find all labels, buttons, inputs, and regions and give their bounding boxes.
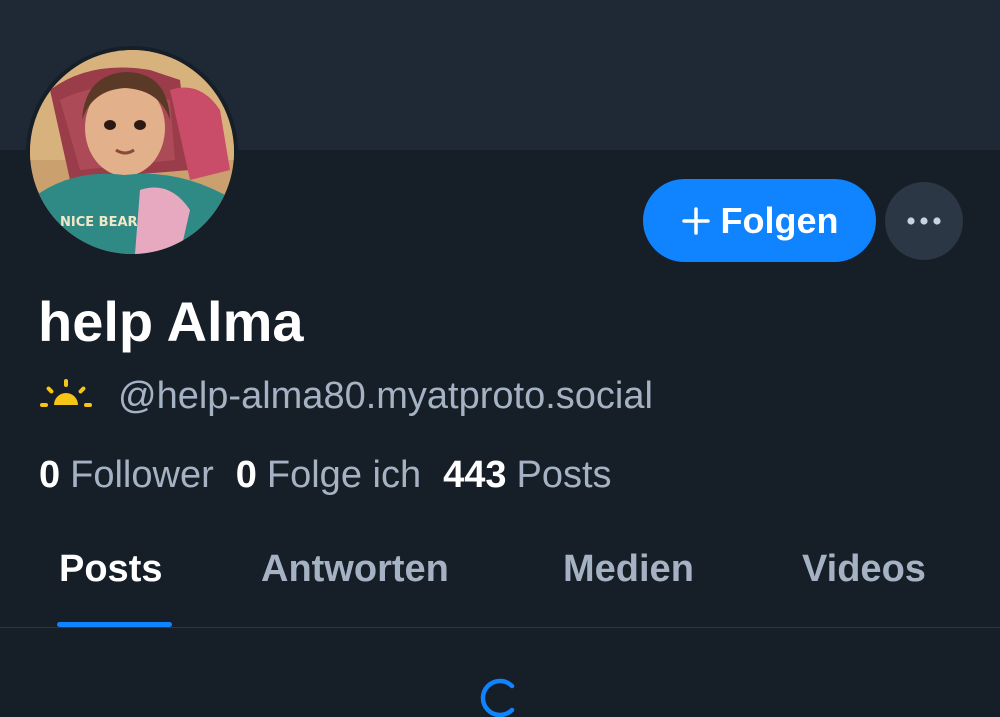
followers-label: Follower [70,453,214,496]
more-options-button[interactable] [885,182,963,260]
tab-replies[interactable]: Antworten [261,548,449,591]
follow-button[interactable]: Folgen [643,179,876,262]
posts-count: 443 [443,453,507,496]
tab-posts[interactable]: Posts [59,548,162,591]
display-name: help Alma [38,290,304,353]
loading-spinner-icon [480,678,515,717]
profile-page: NICE BEAR Folgen help Alma @help-alma80.… [0,0,1000,717]
following-label: Folge ich [266,453,422,496]
profile-tabs: Posts Antworten Medien Videos [0,530,1000,627]
posts-stat: 443 Posts [443,454,611,497]
tabs-divider [0,627,1000,628]
followers-count: 0 [39,453,61,496]
following-count: 0 [235,453,257,496]
avatar[interactable]: NICE BEAR [26,46,238,258]
tab-videos[interactable]: Videos [802,548,926,591]
sun-icon [40,379,92,407]
handle[interactable]: @help-alma80.myatproto.social [118,375,653,418]
handle-row: @help-alma80.myatproto.social [40,370,653,422]
profile-stats: 0 Follower 0 Folge ich 443 Posts [39,450,634,500]
followers-stat[interactable]: 0 Follower [39,454,214,497]
tab-media[interactable]: Medien [563,548,694,591]
posts-label: Posts [516,453,612,496]
following-stat[interactable]: 0 Folge ich [236,454,421,497]
follow-button-label: Folgen [720,199,839,241]
profile-photo: NICE BEAR [30,50,234,254]
svg-text:NICE BEAR: NICE BEAR [60,215,138,230]
plus-icon [681,206,710,235]
ellipsis-icon [907,217,941,225]
